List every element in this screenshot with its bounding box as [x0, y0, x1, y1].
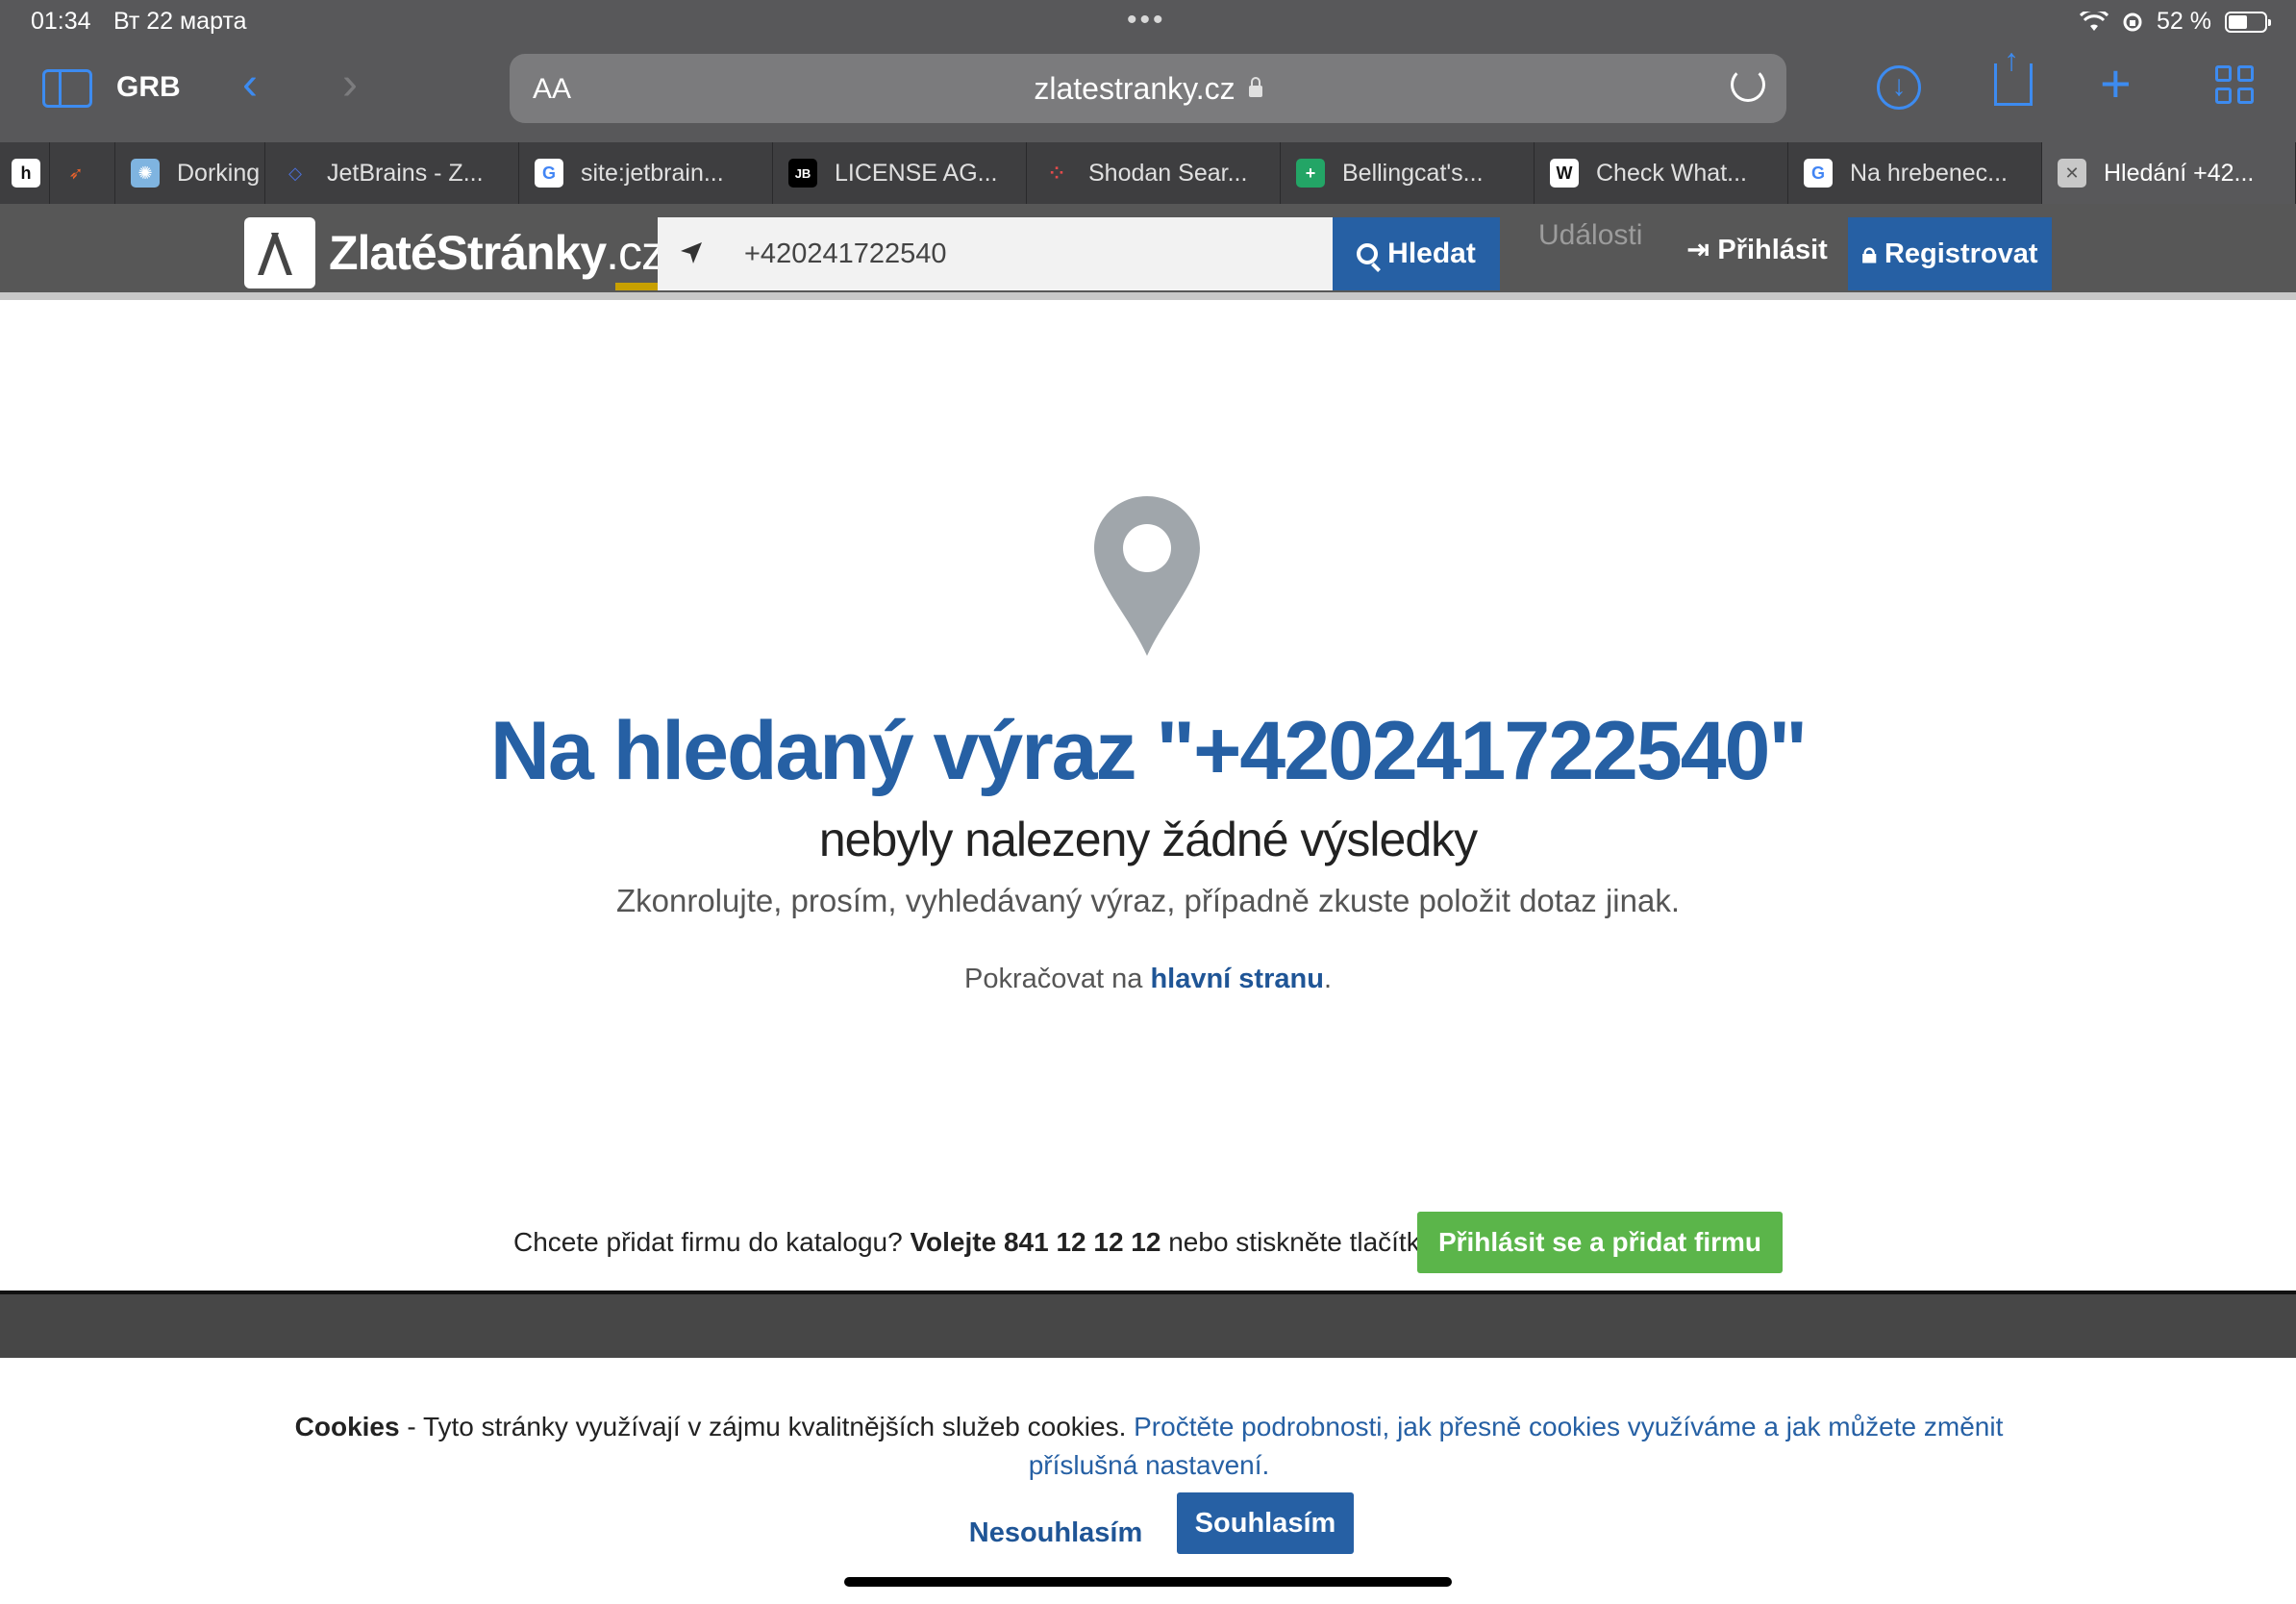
add-firm-prefix: Chcete přidat firmu do katalogu?: [513, 1227, 911, 1257]
browser-tab[interactable]: ✺ Dorking: [115, 142, 265, 204]
add-firm-suffix: nebo stiskněte tlačítko: [1160, 1227, 1435, 1257]
status-bar: 01:34 Вт 22 марта ••• 52 %: [0, 0, 2296, 44]
cookie-banner: Cookies - Tyto stránky využívají v zájmu…: [0, 1358, 2296, 1604]
forward-chevron-icon[interactable]: ›: [342, 58, 358, 111]
tab-group-name[interactable]: GRB: [116, 71, 181, 104]
browser-tab-title: Dorking: [177, 159, 261, 187]
browser-tab-title: site:jetbrain...: [581, 159, 724, 187]
battery-icon: [2225, 11, 2271, 33]
browser-tab[interactable]: JB LICENSE AG...: [773, 142, 1027, 204]
browser-tab[interactable]: Gsite:jetbrain...: [519, 142, 773, 204]
browser-chrome: 01:34 Вт 22 марта ••• 52 % GRB ‹ › AA zl…: [0, 0, 2296, 142]
battery-percent: 52 %: [2157, 8, 2211, 35]
back-chevron-icon[interactable]: ‹: [242, 58, 258, 111]
w-icon: W: [1550, 159, 1579, 188]
url-field[interactable]: zlatestranky.cz: [510, 71, 1786, 107]
browser-tab-title: Hledání +42...: [2104, 159, 2255, 187]
new-tab-icon[interactable]: +: [2100, 52, 2132, 114]
browser-tab-title: Bellingcat's...: [1342, 159, 1484, 187]
location-arrow-icon[interactable]: [679, 240, 704, 265]
jetbrains-icon: ◇: [288, 163, 302, 183]
no-results-hint: Zkonrolujte, prosím, vyhledávaný výraz, …: [615, 883, 1681, 918]
close-icon: ✕: [2058, 159, 2086, 188]
continue-prefix: Pokračovat na: [963, 964, 1151, 994]
download-icon[interactable]: ↓: [1877, 65, 1921, 110]
cookie-accept-button[interactable]: Souhlasím: [1177, 1492, 1354, 1554]
logo-main-text: ZlatéStránky: [329, 226, 607, 280]
dorking-icon: ✺: [131, 159, 160, 188]
jb-icon: JB: [788, 159, 817, 188]
continue-suffix: .: [1323, 964, 1332, 994]
no-results-title: Na hledaný výraz "+420241722540": [489, 705, 1808, 797]
orange-bird-icon: ➶: [68, 163, 84, 183]
add-firm-text: Chcete přidat firmu do katalogu? Volejte…: [513, 1227, 1435, 1258]
site-logo[interactable]: ZlatéStránky.cz: [329, 225, 665, 281]
url-text: zlatestranky.cz: [1034, 71, 1235, 106]
sheets-icon: +: [1296, 159, 1325, 188]
multitask-dots-icon[interactable]: •••: [1127, 4, 1166, 37]
search-input[interactable]: [744, 217, 1311, 290]
status-date: Вт 22 марта: [113, 8, 247, 35]
register-button[interactable]: 🔒︎ Registrovat: [1848, 217, 2052, 290]
share-icon[interactable]: [1994, 42, 2033, 106]
browser-tab[interactable]: G Na hrebenec...: [1788, 142, 2042, 204]
browser-tab[interactable]: ➶: [50, 142, 115, 204]
browser-tab[interactable]: ⁘ Shodan Sear...: [1027, 142, 1281, 204]
wifi-icon: [2080, 11, 2109, 31]
logo-accent-bar: [615, 283, 658, 290]
add-firm-phone: Volejte 841 12 12 12: [910, 1227, 1161, 1257]
cookie-decline-button[interactable]: Nesouhlasím: [960, 1502, 1152, 1564]
map-pin-icon: [1094, 496, 1200, 656]
login-label: Přihlásit: [1717, 235, 1828, 265]
add-firm-button[interactable]: Přihlásit se a přidat firmu: [1417, 1212, 1783, 1273]
status-time: 01:34: [31, 8, 91, 35]
register-label: Registrovat: [1884, 238, 2038, 269]
lock-icon: [1248, 77, 1262, 97]
google-icon: G: [535, 159, 563, 188]
google-icon: G: [1804, 159, 1833, 188]
logo-tld-text: .cz: [606, 226, 665, 280]
browser-tab-title: Check What...: [1596, 159, 1747, 187]
browser-tab-title: Na hrebenec...: [1850, 159, 2008, 187]
padlock-icon: 🔒︎: [1861, 238, 1877, 269]
logo-mark-icon[interactable]: [244, 217, 315, 288]
sidebar-toggle-icon[interactable]: [42, 69, 92, 108]
browser-tab[interactable]: ✕ Hledání +42...: [2042, 142, 2296, 204]
browser-tab-title: LICENSE AG...: [835, 159, 998, 187]
search-icon: [1357, 243, 1379, 264]
cookie-message: - Tyto stránky využívají v zájmu kvalitn…: [399, 1412, 1135, 1441]
cookie-text: Cookies - Tyto stránky využívají v zájmu…: [260, 1408, 2038, 1485]
safari-toolbar: GRB ‹ › AA zlatestranky.cz ↓ +: [0, 42, 2296, 133]
sign-in-icon: ⇥: [1686, 235, 1710, 265]
battery-level: [2229, 14, 2247, 29]
status-right: 52 %: [2080, 8, 2271, 36]
home-indicator[interactable]: [844, 1577, 1452, 1587]
browser-tab[interactable]: + Bellingcat's...: [1281, 142, 1535, 204]
login-link[interactable]: ⇥ Přihlásit: [1686, 233, 1828, 266]
footer: [0, 1291, 2296, 1358]
browser-tab-title: Shodan Sear...: [1088, 159, 1248, 187]
cookie-details-link[interactable]: Pročtěte podrobnosti, jak přesně cookies…: [1029, 1412, 2004, 1480]
search-button-label: Hledat: [1387, 238, 1476, 269]
browser-tab[interactable]: W Check What...: [1535, 142, 1788, 204]
homepage-link[interactable]: hlavní stranu: [1150, 964, 1324, 994]
orientation-lock-icon: [2123, 13, 2142, 31]
address-bar[interactable]: AA zlatestranky.cz: [510, 54, 1786, 123]
site-header: ZlatéStránky.cz Hledat Události ⇥ Přihlá…: [0, 204, 2296, 300]
tab-overview-icon[interactable]: [2215, 65, 2254, 104]
browser-tab[interactable]: ◇ JetBrains - Z...: [265, 142, 519, 204]
browser-tab-title: JetBrains - Z...: [327, 159, 484, 187]
events-link[interactable]: Události: [1538, 219, 1642, 252]
tab-strip: h ➶ ✺ Dorking ◇ JetBrains - Z... Gsite:jetbrai…: [0, 142, 2296, 204]
search-button[interactable]: Hledat: [1333, 217, 1500, 290]
browser-tab[interactable]: h: [0, 142, 50, 204]
h1-icon: h: [12, 159, 40, 188]
cookie-label: Cookies: [294, 1412, 400, 1441]
reload-icon[interactable]: [1731, 67, 1765, 102]
search-box: [658, 217, 1333, 290]
continue-line: Pokračovat na hlavní stranu.: [0, 964, 2296, 995]
no-results-subtitle: nebyly nalezeny žádné výsledky: [818, 813, 1478, 866]
shodan-icon: ⁘: [1049, 163, 1064, 183]
